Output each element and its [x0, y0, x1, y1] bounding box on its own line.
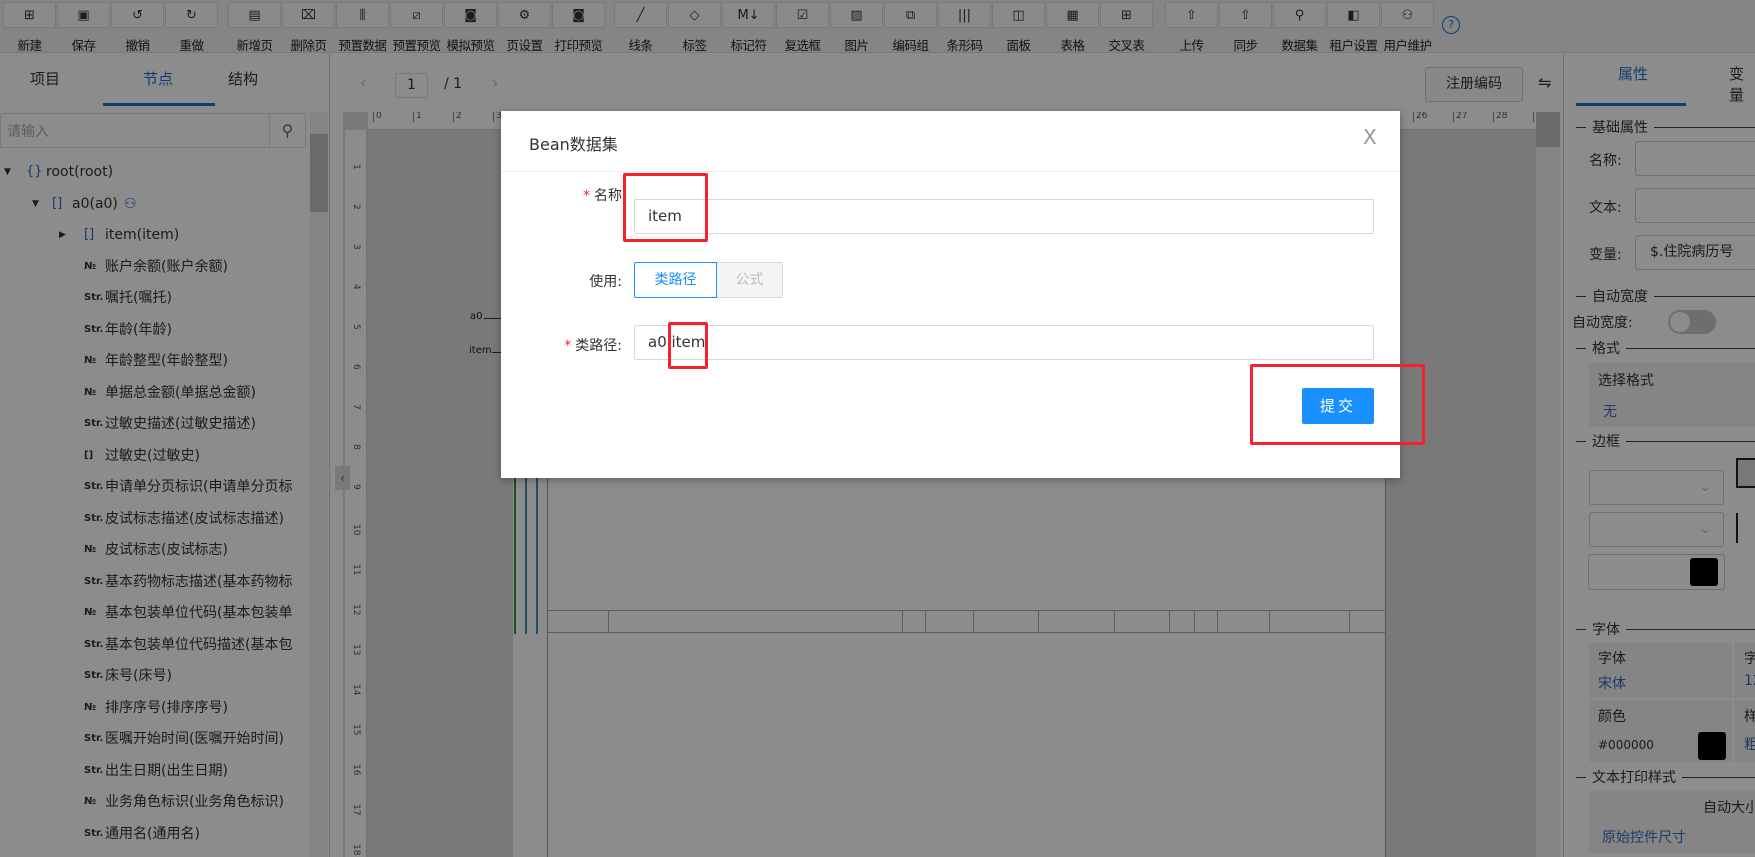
highlight-box-classpath: [668, 322, 708, 369]
highlight-box-submit: [1250, 364, 1425, 445]
use-label: 使用:: [589, 274, 622, 290]
required-mark: *: [583, 188, 590, 204]
highlight-box-name: [623, 173, 708, 242]
dialog-title: Bean数据集: [529, 135, 618, 154]
use-option-classpath[interactable]: 类路径: [634, 262, 717, 298]
name-input[interactable]: item: [634, 199, 1374, 234]
classpath-input[interactable]: a0.item: [634, 325, 1374, 360]
classpath-label-text: 类路径:: [575, 338, 622, 354]
name-label: * 名称: [583, 185, 622, 205]
use-option-formula[interactable]: 公式: [717, 262, 783, 298]
required-mark: *: [564, 338, 572, 354]
name-label-text: 名称: [594, 188, 622, 204]
close-icon[interactable]: X: [1363, 125, 1377, 149]
dialog-divider: [501, 171, 1400, 172]
classpath-label: * 类路径:: [564, 335, 622, 355]
